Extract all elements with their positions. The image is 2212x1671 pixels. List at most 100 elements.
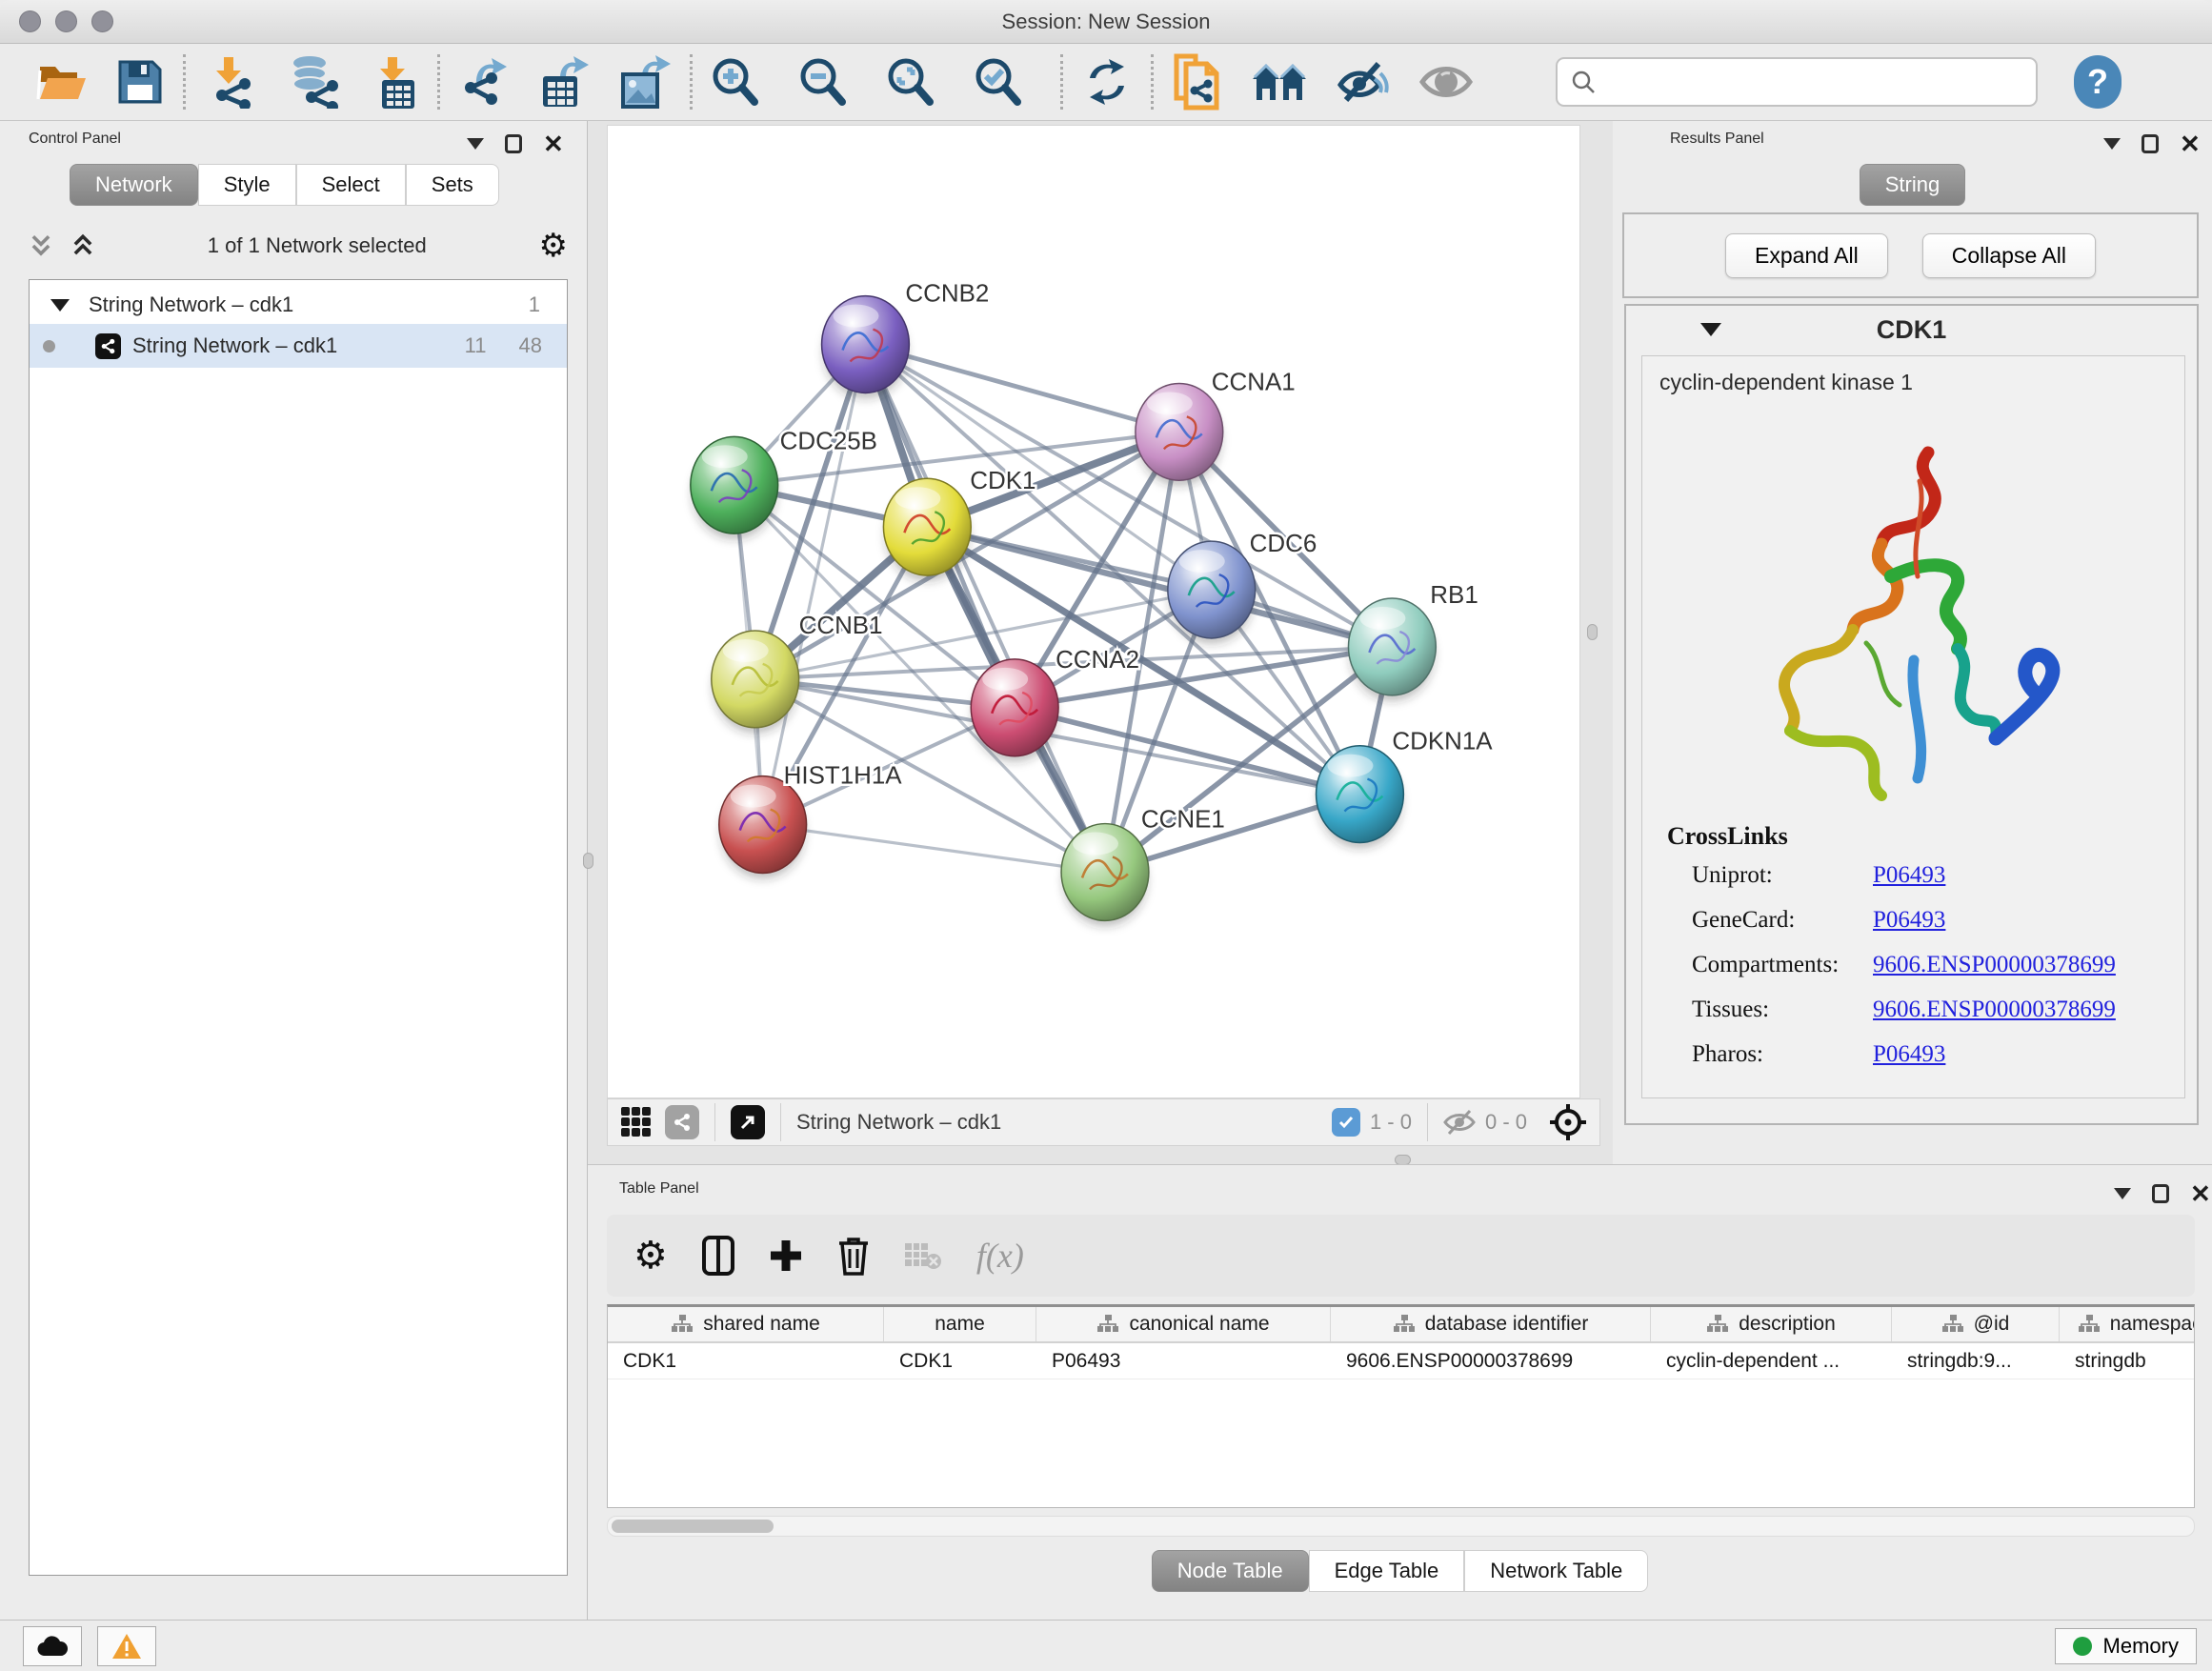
save-session-button[interactable] <box>116 58 164 106</box>
network-node-CCNA2[interactable] <box>971 659 1058 762</box>
tab-node-table[interactable]: Node Table <box>1152 1550 1309 1592</box>
results-panel-minimize-icon[interactable] <box>2103 138 2121 150</box>
add-column-icon[interactable] <box>769 1238 803 1273</box>
section-collapse-icon[interactable] <box>1700 323 1721 336</box>
control-panel-float-icon[interactable] <box>505 134 522 153</box>
network-options-gear-icon[interactable]: ⚙ <box>539 230 568 262</box>
fit-content-button[interactable] <box>887 57 935 107</box>
warnings-button[interactable] <box>97 1626 156 1666</box>
import-table-button[interactable] <box>371 55 418 109</box>
collection-label: String Network – cdk1 <box>89 292 529 317</box>
birdseye-grid-button[interactable] <box>619 1105 654 1139</box>
network-share-button[interactable] <box>665 1105 699 1139</box>
control-panel-close-icon[interactable]: ✕ <box>543 134 564 153</box>
column-header[interactable]: canonical name <box>1036 1307 1331 1341</box>
delete-column-icon[interactable] <box>837 1236 870 1276</box>
compartments-link[interactable]: 9606.ENSP00000378699 <box>1873 952 2184 978</box>
right-splitter-handle[interactable] <box>1587 624 1598 640</box>
results-panel-close-icon[interactable]: ✕ <box>2180 134 2201 153</box>
table-panel-close-icon[interactable]: ✕ <box>2190 1184 2211 1203</box>
table-horizontal-scrollbar[interactable] <box>607 1516 2195 1537</box>
tab-edge-table[interactable]: Edge Table <box>1309 1550 1465 1592</box>
export-network-button[interactable] <box>459 55 511 109</box>
column-header[interactable]: database identifier <box>1331 1307 1651 1341</box>
network-node-CDC6[interactable] <box>1168 541 1256 644</box>
network-edge-HIST1H1A-CCNE1[interactable] <box>763 825 1105 873</box>
network-node-CCNB1[interactable] <box>712 631 799 734</box>
network-canvas[interactable]: CCNB2CCNA1CDC25BCDK1CDC6RB1CCNB1CCNA2CDK… <box>607 125 1580 1098</box>
network-node-HIST1H1A[interactable] <box>719 776 807 879</box>
cytoscape-window: Session: New Session <box>0 0 2212 1671</box>
import-network-database-button[interactable] <box>285 55 342 109</box>
results-panel-float-icon[interactable] <box>2142 134 2159 153</box>
column-header[interactable]: shared name <box>608 1307 884 1341</box>
left-splitter-handle[interactable] <box>583 853 593 869</box>
column-header[interactable]: @id <box>1892 1307 2060 1341</box>
home-networks-button[interactable] <box>1251 60 1308 104</box>
crosslink-label: GeneCard: <box>1692 907 1873 934</box>
network-edge-CCNB2-CCNE1[interactable] <box>865 345 1105 873</box>
expand-all-icon[interactable] <box>70 233 95 258</box>
table-row[interactable]: CDK1 CDK1 P06493 9606.ENSP00000378699 cy… <box>608 1343 2194 1379</box>
table-header-row: shared name name canonical name database… <box>608 1307 2194 1343</box>
export-table-button[interactable] <box>537 55 591 109</box>
tissues-link[interactable]: 9606.ENSP00000378699 <box>1873 997 2184 1023</box>
node-label-CDKN1A: CDKN1A <box>1392 729 1493 755</box>
uniprot-link[interactable]: P06493 <box>1873 862 2184 889</box>
network-node-RB1[interactable] <box>1348 598 1436 701</box>
fit-selected-crosshair-icon[interactable] <box>1548 1102 1588 1142</box>
network-node-CCNA1[interactable] <box>1136 383 1223 486</box>
network-node-CCNB2[interactable] <box>822 296 910 399</box>
tab-sets[interactable]: Sets <box>406 164 499 206</box>
column-header[interactable]: description <box>1651 1307 1892 1341</box>
zoom-selected-button[interactable] <box>975 57 1022 107</box>
network-node-CDKN1A[interactable] <box>1317 746 1404 849</box>
network-edge-CCNB2-HIST1H1A[interactable] <box>763 345 866 825</box>
node-label-CCNA2: CCNA2 <box>1056 647 1139 674</box>
table-panel-title: Table Panel <box>619 1180 699 1198</box>
table-panel-float-icon[interactable] <box>2152 1184 2169 1203</box>
genecard-link[interactable]: P06493 <box>1873 907 2184 934</box>
network-node-CDC25B[interactable] <box>691 436 778 539</box>
column-header[interactable]: namespace <box>2060 1307 2195 1341</box>
tab-style[interactable]: Style <box>198 164 296 206</box>
collapse-all-button[interactable]: Collapse All <box>1922 233 2096 278</box>
column-header[interactable]: name <box>884 1307 1036 1341</box>
help-button[interactable]: ? <box>2074 55 2122 109</box>
tab-network[interactable]: Network <box>70 164 198 206</box>
zoom-out-button[interactable] <box>799 57 847 107</box>
expand-all-button[interactable]: Expand All <box>1725 233 1888 278</box>
tab-network-table[interactable]: Network Table <box>1464 1550 1648 1592</box>
toolbar-separator <box>437 54 440 110</box>
toolbar-separator <box>714 1103 715 1141</box>
scrollbar-thumb[interactable] <box>612 1520 774 1533</box>
pharos-link[interactable]: P06493 <box>1873 1041 2184 1068</box>
import-network-file-button[interactable] <box>205 55 256 109</box>
control-panel-minimize-icon[interactable] <box>467 138 484 150</box>
search-input[interactable] <box>1605 70 2022 94</box>
protein-section-header[interactable]: CDK1 <box>1626 306 2197 353</box>
table-options-gear-icon[interactable]: ⚙ <box>633 1237 668 1275</box>
collection-expand-icon[interactable] <box>50 299 70 312</box>
tab-string[interactable]: String <box>1860 164 1965 206</box>
export-image-button[interactable] <box>617 55 671 109</box>
cloud-status-button[interactable] <box>23 1626 82 1666</box>
network-node-CDK1[interactable] <box>883 478 971 581</box>
show-columns-icon[interactable] <box>702 1236 734 1276</box>
zoom-in-button[interactable] <box>712 57 759 107</box>
open-session-button[interactable] <box>34 57 90 107</box>
show-all-button[interactable] <box>1418 61 1474 103</box>
network-node-CCNE1[interactable] <box>1061 824 1149 927</box>
share-session-file-button[interactable] <box>1173 52 1222 111</box>
network-row[interactable]: String Network – cdk1 11 48 <box>30 324 567 368</box>
tab-select[interactable]: Select <box>296 164 406 206</box>
hide-selected-button[interactable] <box>1337 58 1390 106</box>
control-panel-tabbar: Network Style Select Sets <box>70 164 499 206</box>
open-in-window-button[interactable] <box>731 1105 765 1139</box>
network-collection-row[interactable]: String Network – cdk1 1 <box>30 286 567 324</box>
memory-button[interactable]: Memory <box>2055 1628 2197 1664</box>
table-panel-minimize-icon[interactable] <box>2114 1188 2131 1199</box>
refresh-button[interactable] <box>1082 57 1132 107</box>
column-scope-icon <box>671 1314 694 1335</box>
collapse-all-icon[interactable] <box>29 233 53 258</box>
